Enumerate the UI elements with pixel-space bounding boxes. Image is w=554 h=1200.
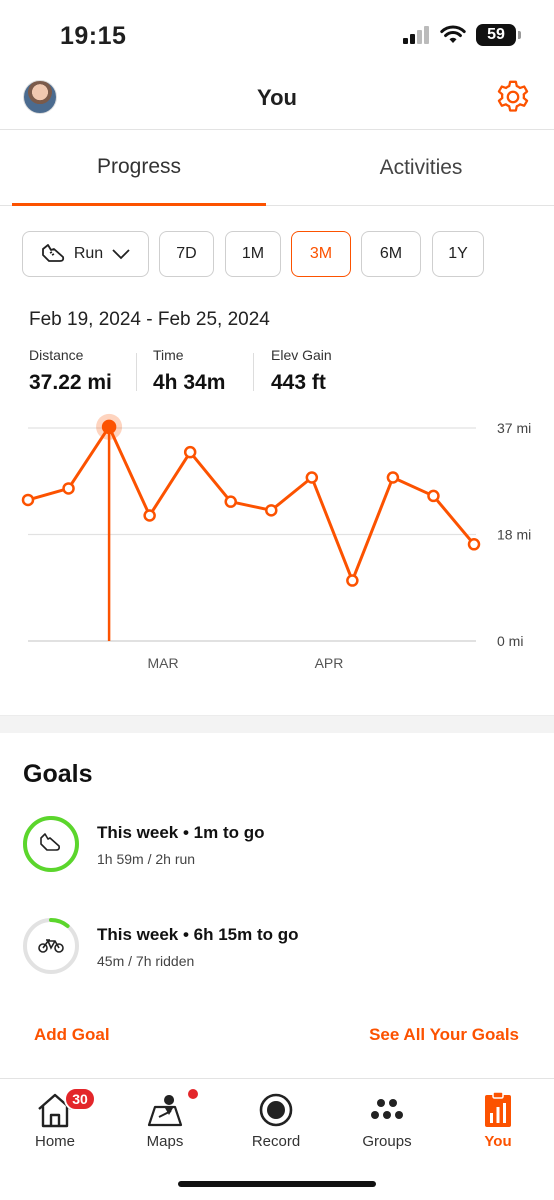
data-point (427, 489, 440, 503)
notification-badge: 30 (64, 1087, 96, 1111)
stat-label: Elev Gain (271, 347, 332, 363)
filter-bar: Run 7D 1M 3M 6M 1Y (22, 231, 542, 277)
tabbar-item-home[interactable]: 30 Home (0, 1079, 110, 1159)
stat-distance: Distance 37.22 mi (29, 347, 112, 395)
home-indicator (178, 1181, 376, 1187)
goal-subtitle: 45m / 7h ridden (97, 953, 195, 969)
tabbar-label: Home (34, 1133, 75, 1150)
stat-time: Time 4h 34m (153, 347, 225, 395)
range-6m-button[interactable]: 6M (361, 231, 421, 277)
goal-ride-weekly[interactable]: This week • 6h 15m to go 45m / 7h ridden (22, 917, 532, 977)
segment-tabs: Progress Activities (0, 130, 554, 206)
battery-indicator: 59 (476, 24, 521, 46)
goal-title: This week • 6h 15m to go (97, 925, 299, 944)
page-title: You (257, 85, 297, 110)
you-icon (485, 1091, 511, 1127)
tabbar-item-maps[interactable]: Maps (110, 1079, 220, 1159)
goal-progress-ring (23, 816, 79, 872)
tabbar-label: Maps (146, 1133, 184, 1150)
tab-activities[interactable]: Activities (294, 130, 548, 206)
tabbar-item-groups[interactable]: Groups (332, 1079, 442, 1159)
new-indicator-dot (188, 1089, 198, 1099)
maps-icon (147, 1095, 183, 1127)
stat-label: Time (153, 347, 184, 363)
data-point (346, 574, 359, 587)
status-bar: 19:15 59 (0, 0, 554, 76)
y-tick-label: 0 mi (497, 633, 523, 649)
app-header: You (0, 76, 554, 130)
range-3m-button[interactable]: 3M (291, 231, 351, 277)
weekly-distance-chart[interactable]: 37 mi 18 mi 0 mi MAR APR (0, 410, 554, 680)
tabbar-label: Record (251, 1133, 301, 1150)
stat-divider (253, 353, 254, 391)
range-1y-button[interactable]: 1Y (432, 231, 484, 277)
chart-series (21, 413, 481, 641)
tab-progress[interactable]: Progress (12, 130, 266, 206)
chart-grid (28, 427, 476, 642)
see-all-goals-link[interactable]: See All Your Goals (369, 1025, 519, 1045)
tabbar-label: You (484, 1133, 512, 1150)
date-range: Feb 19, 2024 - Feb 25, 2024 (29, 309, 270, 330)
data-point (21, 493, 35, 507)
range-7d-button[interactable]: 7D (159, 231, 214, 277)
stat-divider (136, 353, 137, 391)
sport-selector-button[interactable]: Run (22, 231, 149, 277)
y-tick-label: 37 mi (497, 420, 531, 436)
gear-icon[interactable] (494, 78, 532, 116)
series-line (27, 425, 476, 583)
chart-x-labels: MAR APR (147, 655, 343, 671)
stat-value: 4h 34m (153, 371, 226, 394)
goal-subtitle: 1h 59m / 2h run (97, 851, 196, 867)
status-time: 19:15 (60, 22, 127, 50)
x-tick-label: APR (315, 655, 344, 671)
cellular-signal-icon (403, 26, 429, 44)
run-shoe-icon (40, 833, 60, 851)
record-icon (259, 1093, 293, 1127)
wifi-icon (440, 25, 466, 43)
goal-progress-ring (23, 918, 79, 974)
stat-value: 37.22 mi (29, 371, 112, 394)
stat-elev-gain: Elev Gain 443 ft (271, 347, 332, 395)
stat-label: Distance (29, 347, 84, 363)
goals-heading: Goals (23, 760, 93, 788)
chart-y-ticks: 37 mi 18 mi 0 mi (497, 420, 531, 649)
y-tick-label: 18 mi (497, 527, 531, 543)
chevron-down-icon (112, 249, 130, 260)
goal-run-weekly[interactable]: This week • 1m to go 1h 59m / 2h run (22, 815, 532, 875)
data-point (265, 504, 278, 517)
data-point (467, 538, 481, 551)
section-divider (0, 715, 554, 733)
run-shoe-icon (41, 244, 64, 262)
groups-icon (371, 1099, 403, 1119)
data-point (183, 445, 197, 459)
stats-row: Distance 37.22 mi Time 4h 34m Elev Gain … (29, 347, 529, 397)
tabbar-item-record[interactable]: Record (221, 1079, 331, 1159)
data-point (62, 482, 75, 495)
goal-title: This week • 1m to go (97, 823, 265, 842)
tabbar-item-you[interactable]: You (443, 1079, 553, 1159)
status-icons: 59 (402, 24, 521, 46)
stat-value: 443 ft (271, 371, 326, 394)
sport-selector-label: Run (73, 245, 104, 262)
data-point (101, 419, 117, 435)
add-goal-link[interactable]: Add Goal (34, 1025, 110, 1045)
data-point (143, 509, 156, 522)
data-point (224, 495, 237, 508)
goal-links: Add Goal See All Your Goals (0, 1025, 554, 1055)
range-1m-button[interactable]: 1M (225, 231, 281, 277)
x-tick-label: MAR (147, 655, 178, 671)
tabbar-label: Groups (362, 1133, 412, 1150)
bike-icon (38, 939, 64, 953)
data-point (386, 471, 400, 484)
data-point (305, 471, 319, 484)
